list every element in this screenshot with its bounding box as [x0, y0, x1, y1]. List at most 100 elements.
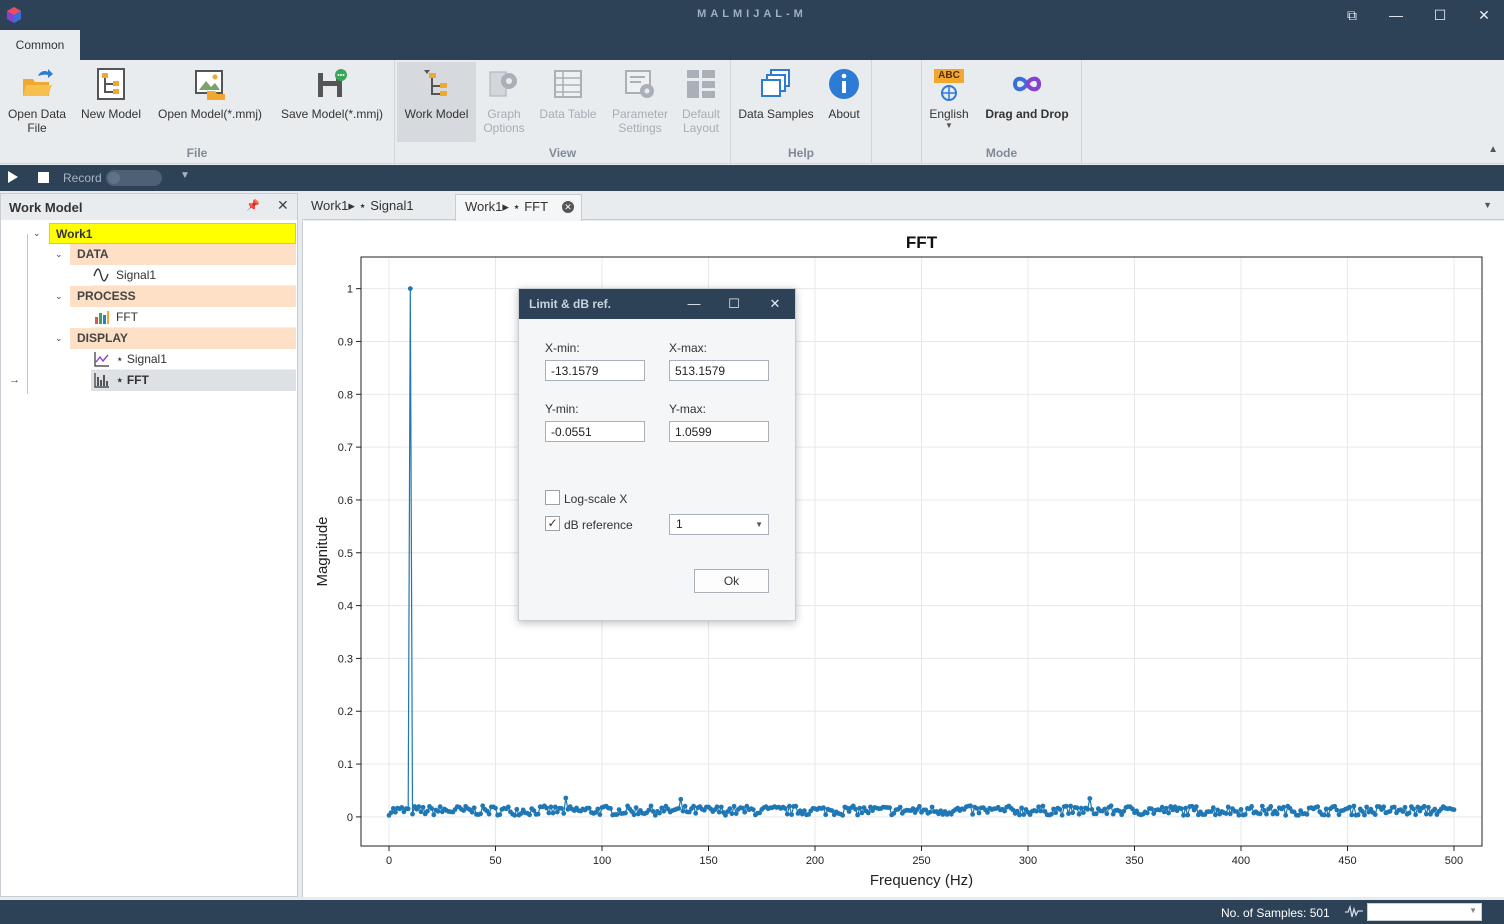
drag-and-drop-button[interactable]: Drag and Drop — [978, 62, 1076, 142]
data-point — [1451, 807, 1457, 813]
data-point — [648, 803, 654, 809]
chevron-down-icon[interactable]: ⌄ — [33, 223, 41, 244]
data-point — [855, 812, 860, 818]
data-point — [1076, 811, 1082, 817]
data-point — [929, 804, 935, 810]
xmin-field[interactable] — [545, 360, 645, 381]
data-point — [550, 810, 556, 816]
data-point — [1426, 804, 1431, 810]
data-point — [731, 803, 737, 809]
dialog-maximize-button[interactable]: ☐ — [714, 289, 754, 319]
fft-chart[interactable]: FFT 0 50 100 150 200 250 300 350 400 450 500 0 0.1 0.2… — [303, 221, 1504, 897]
chevron-down-icon[interactable]: ▼ — [180, 170, 190, 181]
restore-window-button[interactable]: ⧉ — [1330, 0, 1374, 30]
data-point — [1210, 805, 1216, 811]
data-table-button[interactable]: Data Table — [534, 62, 602, 142]
data-samples-button[interactable]: Data Samples — [735, 62, 817, 142]
default-layout-button[interactable]: Default Layout — [677, 62, 725, 142]
default-layout-icon — [687, 70, 715, 98]
parameter-settings-label: Parameter Settings — [611, 107, 669, 135]
tree-item-fft[interactable]: FFT — [91, 307, 296, 328]
data-point — [646, 807, 652, 813]
tab-fft[interactable]: Work1▸ ⋆ FFT ✕ — [455, 194, 582, 221]
data-point — [1274, 811, 1280, 817]
dialog-minimize-button[interactable]: — — [674, 289, 714, 319]
data-point — [514, 806, 520, 812]
data-point — [1402, 804, 1408, 810]
x-tick-label: 100 — [593, 855, 611, 867]
data-point — [1085, 806, 1090, 812]
maximize-button[interactable]: ☐ — [1418, 0, 1462, 30]
tree-item-signal1[interactable]: Signal1 — [91, 265, 296, 286]
language-english-button[interactable]: ABC English ▼ — [925, 62, 973, 142]
parameter-settings-button[interactable]: Parameter Settings — [606, 62, 674, 142]
data-point — [1296, 812, 1301, 818]
current-row-arrow-icon: → — [9, 374, 20, 386]
ymin-field[interactable] — [545, 421, 645, 442]
data-point — [1381, 804, 1387, 810]
open-folder-icon — [23, 69, 53, 96]
tree-group-display[interactable]: DISPLAY — [70, 328, 296, 349]
status-combo[interactable]: ▼ — [1367, 903, 1482, 921]
dbref-select[interactable]: 1 ▼ — [669, 514, 769, 535]
chevron-down-icon[interactable]: ⌄ — [55, 244, 63, 265]
data-table-icon — [554, 70, 582, 98]
stop-icon[interactable] — [38, 172, 49, 183]
save-model-button[interactable]: Save Model(*.mmj) — [274, 62, 390, 142]
dialog-close-button[interactable]: ✕ — [755, 289, 795, 319]
dbref-checkbox[interactable]: ✓ — [545, 516, 560, 531]
ribbon: Open Data File New Model Open Model(*.mm… — [0, 60, 1504, 164]
data-point — [789, 812, 794, 817]
group-label-file: File — [186, 146, 208, 160]
logscale-checkbox[interactable] — [545, 490, 560, 505]
about-button[interactable]: About — [820, 62, 868, 142]
close-button[interactable]: ✕ — [1462, 0, 1504, 30]
chevron-down-icon[interactable]: ⌄ — [55, 286, 63, 307]
ymax-field[interactable] — [669, 421, 769, 442]
work-model-button[interactable]: Work Model — [397, 62, 476, 142]
tree-item-work1[interactable]: Work1 — [49, 223, 296, 244]
data-point — [1093, 811, 1099, 817]
minimize-button[interactable]: — — [1374, 0, 1418, 30]
close-icon[interactable]: ✕ — [277, 197, 289, 214]
group-label-view: View — [548, 146, 577, 160]
data-point — [486, 811, 492, 817]
data-point — [859, 810, 865, 816]
open-model-button[interactable]: Open Model(*.mmj) — [151, 62, 269, 142]
ok-button[interactable]: Ok — [694, 569, 769, 593]
about-label: About — [828, 107, 860, 121]
ribbon-collapse-icon[interactable]: ▲ — [1488, 144, 1498, 155]
group-separator — [871, 60, 872, 164]
data-point — [974, 806, 980, 811]
x-tick-label: 250 — [912, 855, 930, 867]
new-model-button[interactable]: New Model — [76, 62, 146, 142]
graph-options-button[interactable]: Graph Options — [478, 62, 530, 142]
data-point — [1413, 812, 1418, 818]
y-tick-label: 0 — [347, 812, 353, 824]
open-data-file-button[interactable]: Open Data File — [2, 62, 72, 142]
play-icon[interactable] — [8, 171, 18, 183]
close-tab-icon[interactable]: ✕ — [562, 201, 574, 213]
tree-item-display-fft[interactable]: ⋆ FFT — [91, 370, 296, 391]
chevron-down-icon[interactable]: ⌄ — [55, 328, 63, 349]
record-label: Record — [63, 171, 102, 185]
tree-group-data[interactable]: DATA — [70, 244, 296, 265]
record-toggle[interactable] — [106, 170, 162, 186]
globe-icon — [941, 85, 957, 101]
save-icon — [318, 69, 347, 97]
data-point — [716, 809, 722, 815]
tree-group-process[interactable]: PROCESS — [70, 286, 296, 307]
tab-fft-label: Work1▸ ⋆ FFT — [465, 199, 549, 214]
parameter-settings-icon — [625, 70, 654, 98]
work-model-label: Work Model — [404, 107, 469, 121]
chevron-down-icon[interactable]: ▼ — [1483, 200, 1492, 210]
tab-common[interactable]: Common — [0, 30, 80, 60]
tree-item-display-signal1[interactable]: ⋆ Signal1 — [91, 349, 296, 370]
xmax-field[interactable] — [669, 360, 769, 381]
signal-wave-icon — [93, 268, 109, 282]
pin-icon[interactable]: 📌 — [246, 199, 260, 212]
data-point — [1321, 812, 1327, 818]
x-tick-label: 400 — [1232, 855, 1250, 867]
data-point — [1323, 806, 1329, 812]
tab-signal1[interactable]: Work1▸ ⋆ Signal1 — [302, 194, 452, 221]
